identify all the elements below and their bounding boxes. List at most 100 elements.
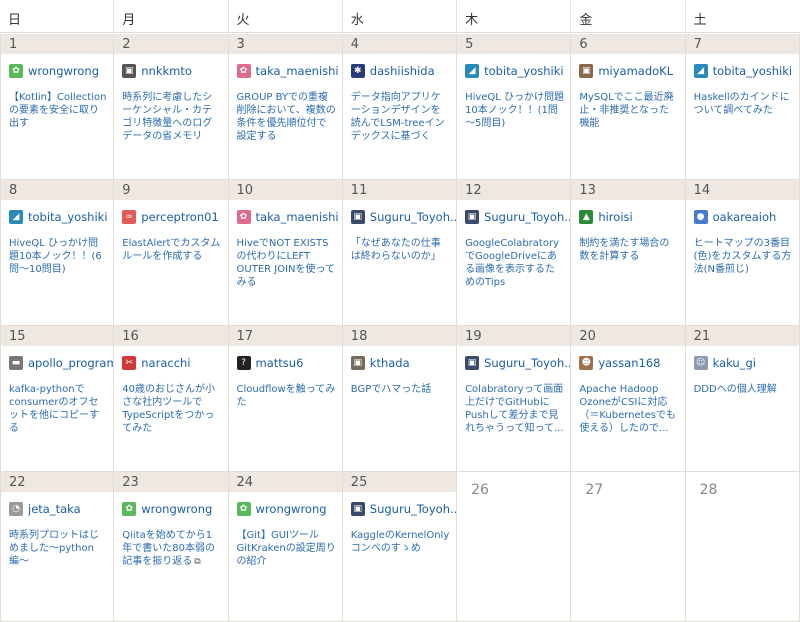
author-link[interactable]: ▣ nnkkmto <box>122 61 227 81</box>
author-link[interactable]: ▣ miyamadoKL <box>579 61 684 81</box>
article-title-link[interactable]: 「なぜあなたの仕事は終わらないのか」 <box>351 237 450 263</box>
calendar-day: 8 ◢ tobita_yoshiki HiveQL ひっかけ問題10本ノック！！(6問… <box>0 180 115 325</box>
author-link[interactable]: ▣ Suguru_Toyoh... <box>350 499 457 519</box>
author-link[interactable]: ▣ Suguru_Toyoh... <box>465 353 570 373</box>
author-link[interactable]: ▣ kthada <box>350 353 456 373</box>
article-title-link[interactable]: HiveQL ひっかけ問題10本ノック！！(1問～5問目) <box>465 91 564 130</box>
day-number: 24 <box>228 472 342 492</box>
article-title-link[interactable]: データ指向アプリケーションデザインを読んでLSM-treeインデックスに基づくK… <box>351 91 450 143</box>
author-link[interactable]: ✂ naracchi <box>122 353 227 373</box>
article-title-link[interactable]: 【Kotlin】Collectionの要素を安全に取り出す <box>9 91 107 130</box>
article-title-link[interactable]: 時系列に考慮したシーケンシャル・カテゴリ特徴量へのログデータの省メモリな... <box>122 91 221 143</box>
author-link[interactable]: ◔ jeta_taka <box>9 499 113 519</box>
calendar-day: 7 ◢ tobita_yoshiki Haskellのカインドについて調べてみた <box>685 34 800 179</box>
day-number: 9 <box>114 180 228 200</box>
avatar-icon: ▣ <box>122 64 137 78</box>
avatar-icon: ◢ <box>465 64 480 78</box>
article-title-link[interactable]: ElastAlertでカスタムルールを作成する <box>122 237 221 263</box>
author-link[interactable]: ✿ wrongwrong <box>122 499 227 519</box>
day-number: 15 <box>1 326 114 346</box>
day-number: 11 <box>342 180 457 200</box>
article-title-link[interactable]: Qiitaを始めてから1年で書いた80本弱の記事を振り返る ⧉ <box>122 529 221 569</box>
day-number: 28 <box>685 472 799 502</box>
article-title-link[interactable]: GoogleColabratoryでGoogleDriveにある画像を表示するた… <box>465 237 564 289</box>
calendar-week: 1 ✿ wrongwrong 【Kotlin】Collectionの要素を安全に取り出… <box>0 34 800 180</box>
author-link[interactable]: ▣ Suguru_Toyoh... <box>350 207 456 227</box>
calendar-week: 22 ◔ jeta_taka 時系列プロットはじめました〜python編〜 23 ✿ wro… <box>0 472 800 622</box>
author-name: perceptron01 <box>141 210 219 224</box>
author-link[interactable]: ∞ perceptron01 <box>122 207 227 227</box>
author-link[interactable]: ▬ apollo_program <box>9 353 113 373</box>
day-number: 8 <box>1 180 114 200</box>
calendar-day: 16 ✂ naracchi 40歳のおじさんが小さな社内ツールでTypeScriptを… <box>114 326 229 471</box>
author-name: Suguru_Toyoh... <box>484 356 571 370</box>
author-name: jeta_taka <box>28 502 81 516</box>
day-number: 2 <box>114 34 228 54</box>
article-title-text: 40歳のおじさんが小さな社内ツールでTypeScriptをつかってみた <box>122 384 215 434</box>
article-title-link[interactable]: KaggleのKernelOnlyコンペのすゝめ <box>351 529 450 555</box>
day-number: 6 <box>571 34 685 54</box>
author-name: oakareaioh <box>712 210 777 224</box>
article-title-text: 時系列に考慮したシーケンシャル・カテゴリ特徴量へのログデータの省メモリな... <box>122 92 213 142</box>
article-title-text: DDDへの個人理解 <box>693 384 777 395</box>
author-name: tobita_yoshiki <box>28 210 108 224</box>
author-link[interactable]: ✿ wrongwrong <box>9 61 113 81</box>
article-title-link[interactable]: HiveQL ひっかけ問題10本ノック！！(6問～10問目) <box>9 237 107 276</box>
article-title-link[interactable]: 【Git】GUIツールGitKrakenの設定周りの紹介 <box>237 529 336 568</box>
article-title-link[interactable]: 時系列プロットはじめました〜python編〜 <box>9 529 107 568</box>
article-title-link[interactable]: Apache Hadoop OzoneがCSIに対応（＝Kubernetesでも… <box>579 383 678 435</box>
day-number: 13 <box>571 180 685 200</box>
article-title-text: データ指向アプリケーションデザインを読んでLSM-treeインデックスに基づくK… <box>350 92 445 142</box>
author-name: hiroisi <box>598 210 633 224</box>
author-name: apollo_program <box>28 356 114 370</box>
article-title-link[interactable]: kafka-pythonでconsumerのオフセットを他にコピーする <box>9 383 107 435</box>
article-title-link[interactable]: BGPでハマった話 <box>351 383 450 396</box>
avatar-icon: ◢ <box>693 64 708 78</box>
article-title-link[interactable]: ヒートマップの3番目(色)をカスタムする方法(N番煎じ) <box>694 237 793 276</box>
author-link[interactable]: ✿ taka_maenishi <box>236 207 342 227</box>
calendar-day: 3 ✿ taka_maenishi GROUP BYでの重複削除において、複数の条件を… <box>228 34 343 179</box>
article-title-link[interactable]: 40歳のおじさんが小さな社内ツールでTypeScriptをつかってみた <box>122 383 221 435</box>
weekday-sat: 土 <box>693 13 707 28</box>
day-number: 23 <box>114 472 228 492</box>
author-link[interactable]: ☻ yassan168 <box>579 353 684 373</box>
day-number: 12 <box>457 180 571 200</box>
article-title-link[interactable]: Colabratoryって画面上だけでGitHubにPushして差分まで見れちゃ… <box>465 383 564 435</box>
author-link[interactable]: ▣ Suguru_Toyoh... <box>465 207 570 227</box>
author-link[interactable]: ✿ taka_maenishi <box>236 61 342 81</box>
author-link[interactable]: ● oakareaioh <box>693 207 799 227</box>
day-number: 21 <box>685 326 799 346</box>
article-title-link[interactable]: 制約を満たす場合の数を計算する <box>579 237 678 263</box>
article-title-link[interactable]: MySQLでここ最近廃止・非推奨となった機能 <box>579 91 678 130</box>
author-link[interactable]: ◢ tobita_yoshiki <box>693 61 799 81</box>
avatar-icon: ✿ <box>236 64 251 78</box>
article-title-link[interactable]: HiveでNOT EXISTSの代わりにLEFT OUTER JOINを使ってみ… <box>237 237 336 289</box>
weekday-thu: 木 <box>457 0 572 33</box>
calendar-day: 21 ☺ kaku_gi DDDへの個人理解 <box>685 326 800 471</box>
author-link[interactable]: ▲ hiroisi <box>579 207 684 227</box>
external-link-icon: ⧉ <box>194 557 201 567</box>
day-number: 17 <box>228 326 342 346</box>
calendar-day: 15 ▬ apollo_program kafka-pythonでconsumerのオ… <box>0 326 115 471</box>
article-title-link[interactable]: DDDへの個人理解 <box>694 383 793 396</box>
author-link[interactable]: ? mattsu6 <box>236 353 342 373</box>
calendar-day: 13 ▲ hiroisi 制約を満たす場合の数を計算する <box>571 180 686 325</box>
author-link[interactable]: ✱ dashiishida <box>350 61 456 81</box>
author-name: Suguru_Toyoh... <box>369 502 457 516</box>
article-title-text: 【Kotlin】Collectionの要素を安全に取り出す <box>9 92 107 129</box>
article-title-text: HiveQL ひっかけ問題10本ノック！！(6問～10問目) <box>9 238 102 275</box>
day-number: 4 <box>342 34 457 54</box>
author-link[interactable]: ◢ tobita_yoshiki <box>9 207 113 227</box>
article-title-link[interactable]: Cloudflowを触ってみた <box>237 383 336 409</box>
author-link[interactable]: ◢ tobita_yoshiki <box>465 61 570 81</box>
calendar-day: 14 ● oakareaioh ヒートマップの3番目(色)をカスタムする方法(N番煎じ… <box>685 180 800 325</box>
avatar-icon: ✿ <box>236 502 251 516</box>
article-title-link[interactable]: Haskellのカインドについて調べてみた <box>694 91 793 117</box>
article-title-text: 【Git】GUIツールGitKrakenの設定周りの紹介 <box>236 530 336 567</box>
author-name: wrongwrong <box>255 502 327 516</box>
article-title-link[interactable]: GROUP BYでの重複削除において、複数の条件を優先順位付で設定する <box>237 91 336 143</box>
author-link[interactable]: ☺ kaku_gi <box>693 353 799 373</box>
day-number: 7 <box>685 34 799 54</box>
author-link[interactable]: ✿ wrongwrong <box>236 499 342 519</box>
author-name: kthada <box>369 356 410 370</box>
